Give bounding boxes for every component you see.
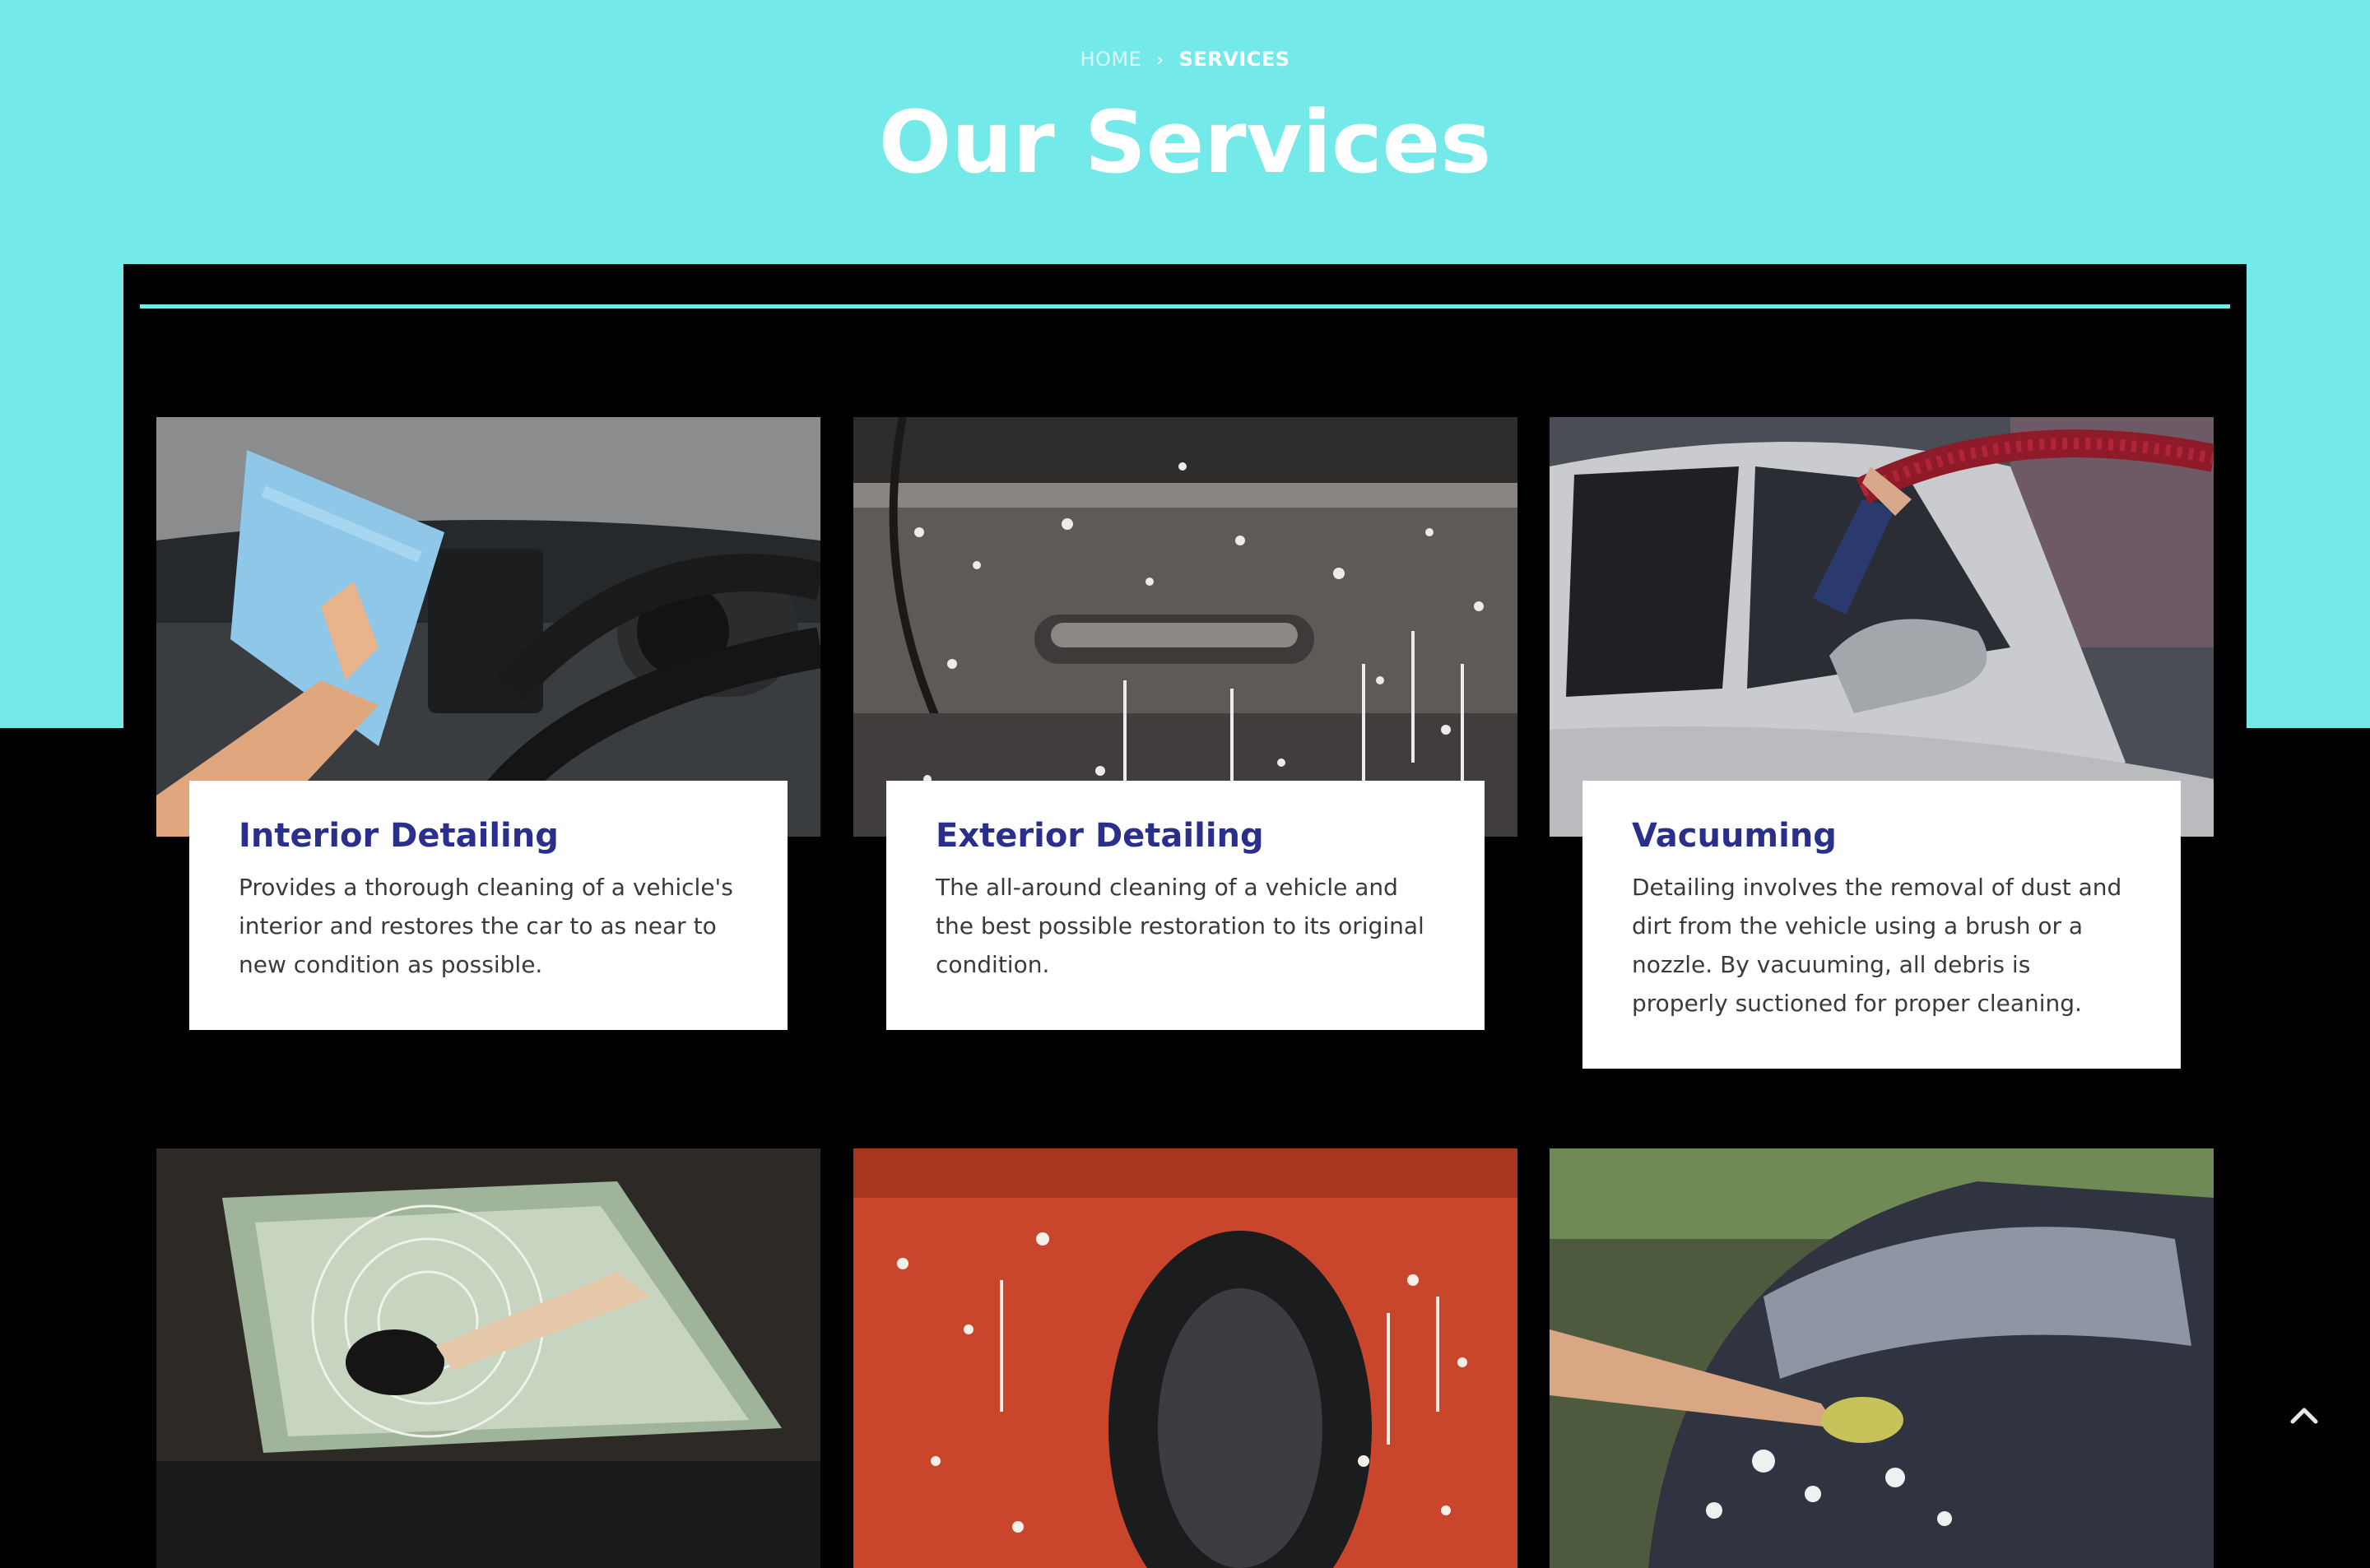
service-card-content: Interior Detailing Provides a thorough c… — [189, 781, 788, 1030]
accent-divider — [140, 304, 2230, 308]
hand-wash-image — [1550, 1148, 2214, 1568]
service-title[interactable]: Interior Detailing — [239, 817, 738, 855]
page-title: Our Services — [878, 92, 1492, 193]
exterior-detailing-photo — [853, 417, 1517, 837]
breadcrumb: HOME › SERVICES — [0, 48, 2370, 71]
services-panel: Interior Detailing Provides a thorough c… — [123, 264, 2247, 1568]
scroll-to-top-button[interactable] — [2281, 1399, 2327, 1431]
chevron-up-icon — [2290, 1408, 2318, 1424]
vacuuming-image — [1550, 417, 2214, 837]
service-description: The all-around cleaning of a vehicle and… — [936, 874, 1424, 978]
service-card-content: Exterior Detailing The all-around cleani… — [886, 781, 1485, 1030]
window-cleaning-image — [156, 1148, 820, 1568]
hand-wash-photo — [1550, 1148, 2214, 1568]
breadcrumb-current: SERVICES — [1178, 48, 1290, 71]
service-title[interactable]: Exterior Detailing — [936, 817, 1435, 855]
interior-detailing-photo — [156, 417, 820, 837]
service-title[interactable]: Vacuuming — [1632, 817, 2131, 855]
service-description: Provides a thorough cleaning of a vehicl… — [239, 874, 733, 978]
service-description: Detailing involves the removal of dust a… — [1632, 874, 2122, 1017]
chevron-right-icon: › — [1156, 50, 1164, 71]
wheel-wash-image — [853, 1148, 1517, 1568]
wheel-wash-photo — [853, 1148, 1517, 1568]
window-cleaning-photo — [156, 1148, 820, 1568]
service-card-content: Vacuuming Detailing involves the removal… — [1582, 781, 2181, 1069]
breadcrumb-home-link[interactable]: HOME — [1080, 48, 1141, 71]
exterior-detailing-image — [853, 417, 1517, 837]
interior-detailing-image — [156, 417, 820, 837]
vacuuming-photo — [1550, 417, 2214, 837]
